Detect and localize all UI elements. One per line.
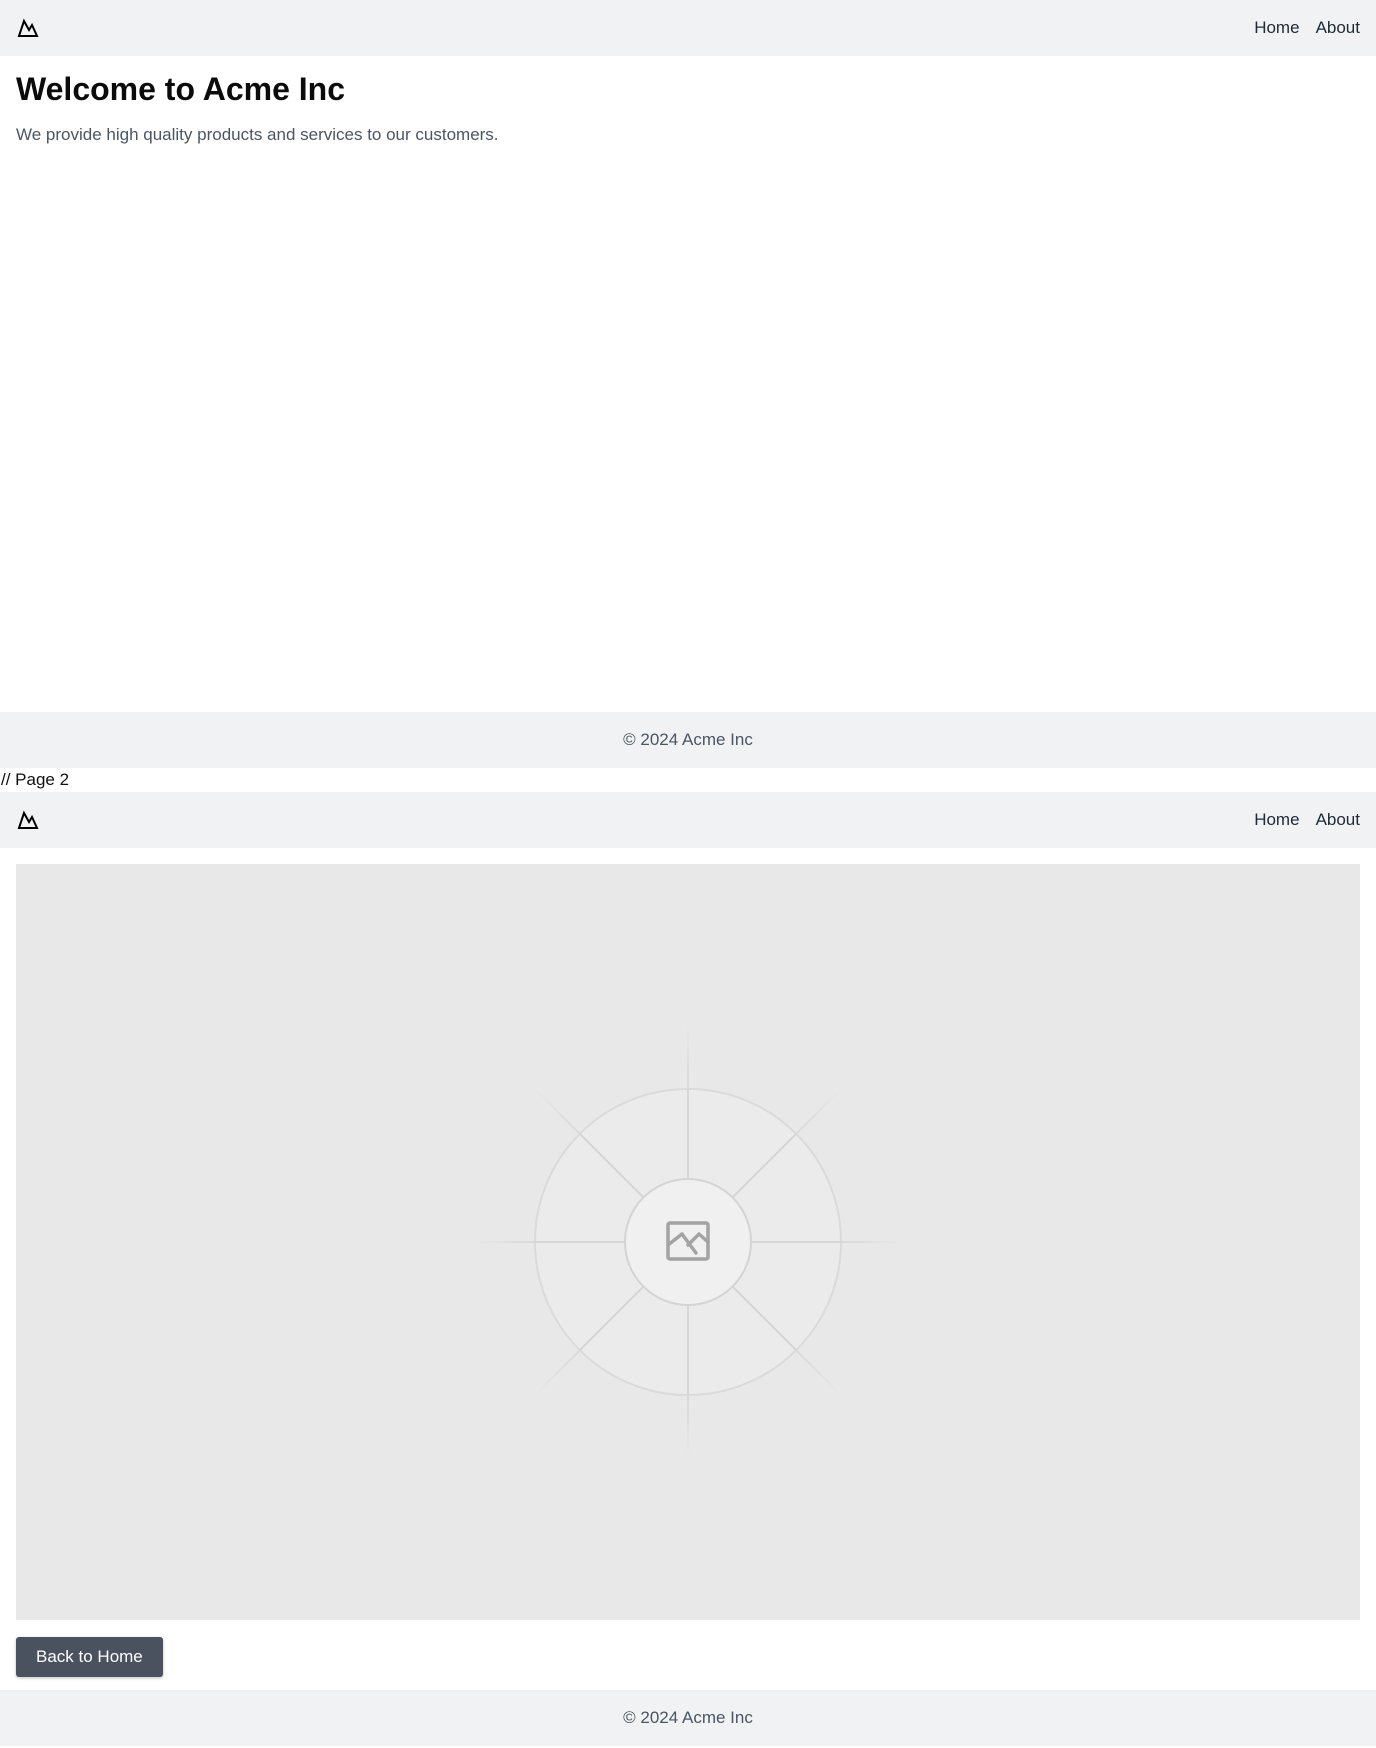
page1-main: Welcome to Acme Inc We provide high qual…: [0, 56, 1376, 712]
page-subtitle: We provide high quality products and ser…: [16, 125, 499, 145]
nav-home-link[interactable]: Home: [1254, 810, 1299, 830]
back-to-home-button[interactable]: Back to Home: [16, 1637, 163, 1677]
page1-footer: © 2024 Acme Inc: [0, 712, 1376, 768]
footer-copyright: © 2024 Acme Inc: [623, 1708, 753, 1727]
image-placeholder-graphic: [476, 1024, 900, 1460]
page-separator: // Page 2: [1, 770, 70, 789]
page2-nav-links: Home About: [1254, 810, 1360, 830]
image-placeholder: [16, 864, 1360, 1620]
page1-navbar: Home About: [0, 0, 1376, 56]
footer-copyright: © 2024 Acme Inc: [623, 730, 753, 749]
nav-about-link[interactable]: About: [1316, 810, 1360, 830]
nav-home-link[interactable]: Home: [1254, 18, 1299, 38]
nav-about-link[interactable]: About: [1316, 18, 1360, 38]
page2-footer: © 2024 Acme Inc: [0, 1690, 1376, 1746]
mountain-icon[interactable]: [16, 808, 40, 832]
page2-navbar: Home About: [0, 792, 1376, 848]
page2-main: Back to Home: [0, 848, 1376, 1690]
page-title: Welcome to Acme Inc: [16, 71, 345, 107]
mountain-icon[interactable]: [16, 16, 40, 40]
page1-nav-links: Home About: [1254, 18, 1360, 38]
